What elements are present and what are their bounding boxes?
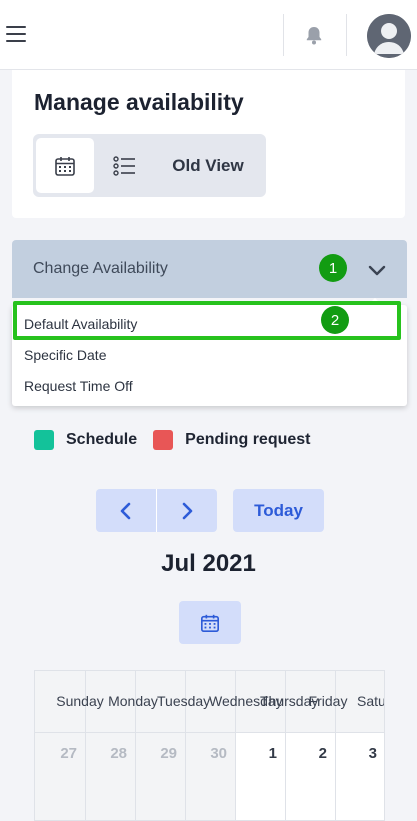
- prev-month-button[interactable]: [96, 489, 156, 532]
- calendar-icon: [201, 614, 219, 632]
- date-cell[interactable]: 2: [285, 745, 335, 762]
- top-bar: [0, 0, 417, 70]
- date-cell[interactable]: 28: [85, 745, 135, 762]
- change-availability-toggle[interactable]: Change Availability 1: [12, 240, 407, 298]
- view-toggle: Old View: [33, 134, 266, 197]
- manage-availability-card: Manage availability Old View: [12, 70, 405, 218]
- header-divider: [283, 14, 284, 56]
- day-name-sunday: Sunday: [56, 693, 104, 709]
- page-title: Manage availability: [34, 89, 244, 115]
- header-divider: [346, 14, 347, 56]
- next-month-button[interactable]: [156, 489, 216, 532]
- legend: Schedule Pending request: [34, 430, 311, 450]
- month-calendar: Sunday Monday Tuesday Wednesday Thursday…: [34, 670, 385, 821]
- bell-icon[interactable]: [303, 24, 325, 46]
- day-name-monday: Monday: [108, 693, 158, 709]
- date-cell[interactable]: 29: [135, 745, 185, 762]
- today-button[interactable]: Today: [233, 489, 324, 532]
- step-badge-1: 1: [319, 254, 347, 282]
- chevron-right-icon: [182, 502, 192, 519]
- legend-pending-label: Pending request: [185, 431, 311, 448]
- user-avatar-icon[interactable]: [367, 14, 411, 58]
- menu-item-specific-date[interactable]: Specific Date: [24, 347, 106, 363]
- day-name-saturday: Saturday: [357, 693, 385, 709]
- list-view-button[interactable]: [97, 138, 152, 193]
- hamburger-icon[interactable]: [6, 26, 26, 42]
- change-availability-label: Change Availability: [33, 260, 168, 277]
- dropdown-caret: [367, 298, 383, 306]
- date-cell[interactable]: 3: [335, 745, 384, 762]
- list-icon: [112, 155, 135, 176]
- pending-swatch: [153, 430, 174, 450]
- step-badge-2: 2: [321, 306, 349, 334]
- chevron-down-icon[interactable]: [367, 260, 387, 280]
- date-cell[interactable]: 27: [35, 745, 85, 762]
- old-view-button[interactable]: Old View: [153, 138, 263, 193]
- date-picker-button[interactable]: [179, 601, 241, 644]
- day-name-tuesday: Tuesday: [157, 693, 211, 709]
- date-cell[interactable]: 1: [235, 745, 285, 762]
- chevron-left-icon: [120, 502, 131, 519]
- menu-item-default-availability[interactable]: Default Availability: [24, 316, 137, 332]
- date-cell[interactable]: 30: [185, 745, 235, 762]
- schedule-swatch: [34, 430, 54, 450]
- menu-item-request-time-off[interactable]: Request Time Off: [24, 378, 133, 394]
- month-title: Jul 2021: [161, 550, 256, 577]
- day-name-friday: Friday: [308, 693, 348, 709]
- month-nav-group: [96, 489, 217, 532]
- calendar-view-button[interactable]: [36, 138, 94, 193]
- day-name-wednesday: Wednesday: [209, 693, 283, 709]
- calendar-icon: [55, 156, 75, 176]
- legend-schedule-label: Schedule: [66, 431, 138, 448]
